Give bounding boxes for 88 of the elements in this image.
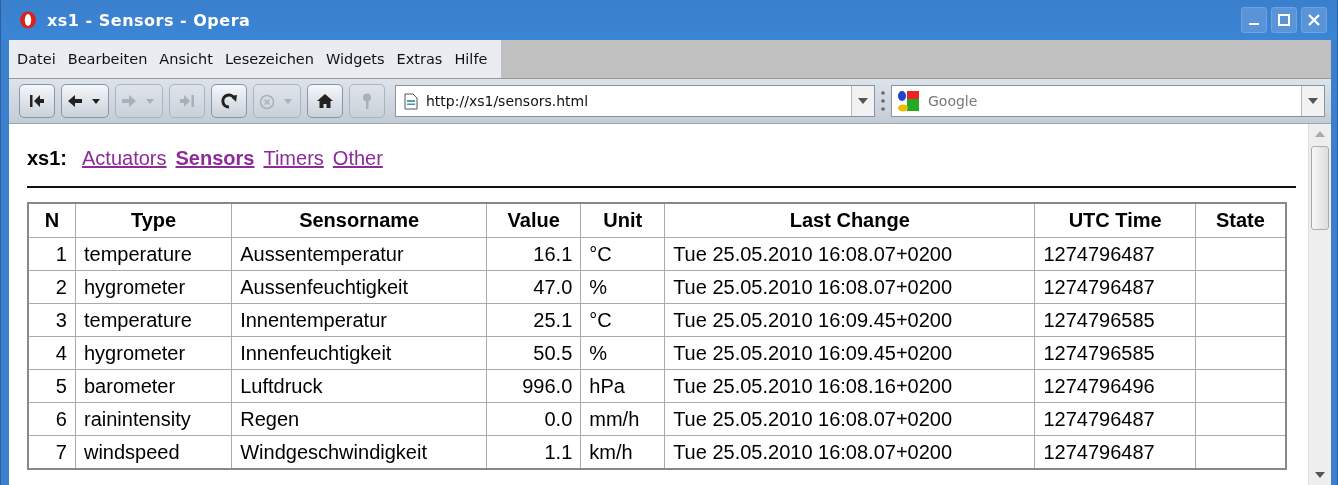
table-cell: 996.0 [486, 369, 581, 403]
back-button[interactable] [61, 84, 109, 118]
o-logo-icon [19, 11, 37, 29]
maximize-button[interactable] [1271, 7, 1297, 33]
table-cell: 3 [28, 303, 76, 337]
vertical-scrollbar[interactable] [1308, 124, 1331, 485]
address-field[interactable]: http://xs1/sensors.html [418, 93, 851, 109]
table-cell: 0.0 [486, 402, 581, 436]
table-cell: 47.0 [486, 270, 581, 304]
column-header: UTC Time [1034, 203, 1196, 238]
column-header: Sensorname [231, 203, 487, 238]
nav-link[interactable]: Actuators [82, 146, 167, 170]
table-cell: Regen [231, 402, 487, 436]
reload-button[interactable] [211, 84, 247, 118]
grip-icon [881, 90, 885, 112]
table-cell: Tue 25.05.2010 16:08.07+0200 [664, 402, 1035, 436]
nav-link[interactable]: Timers [263, 146, 324, 170]
search-engine-icon [896, 89, 920, 113]
table-cell: Luftdruck [231, 369, 487, 403]
column-header: Value [486, 203, 581, 238]
rewind-button[interactable] [19, 84, 55, 118]
table-cell: 50.5 [486, 336, 581, 370]
rewind-icon [27, 92, 47, 110]
column-header: Type [75, 203, 232, 238]
table-cell: 1 [28, 237, 76, 271]
close-icon [1307, 13, 1321, 27]
table-cell: temperature [75, 303, 232, 337]
table-cell: Tue 25.05.2010 16:08.16+0200 [664, 369, 1035, 403]
column-header: Unit [580, 203, 665, 238]
table-cell: 1274796487 [1034, 402, 1196, 436]
table-cell: mm/h [580, 402, 665, 436]
menu-item[interactable]: Ansicht [159, 51, 213, 67]
table-cell: 1274796496 [1034, 369, 1196, 403]
table-cell: rainintensity [75, 402, 232, 436]
menu-item[interactable]: Lesezeichen [224, 51, 314, 67]
menu-item[interactable]: Widgets [325, 51, 385, 67]
close-button[interactable] [1301, 7, 1327, 33]
scroll-up-arrow-icon[interactable] [1315, 130, 1325, 138]
menu-item[interactable]: Bearbeiten [67, 51, 148, 67]
window-title: xs1 - Sensors - Opera [47, 10, 251, 30]
table-cell: Tue 25.05.2010 16:09.45+0200 [664, 336, 1035, 370]
table-cell: 2 [28, 270, 76, 304]
table-cell: 1274796585 [1034, 336, 1196, 370]
table-cell: 16.1 [486, 237, 581, 271]
table-cell: 25.1 [486, 303, 581, 337]
table-cell: Aussentemperatur [231, 237, 487, 271]
scrollbar-thumb[interactable] [1311, 146, 1329, 230]
table-cell: 1274796585 [1034, 303, 1196, 337]
scroll-down-arrow-icon[interactable] [1315, 471, 1325, 479]
table-cell: hygrometer [75, 270, 232, 304]
page-icon [404, 92, 418, 110]
column-header: Last Change [664, 203, 1035, 238]
maximize-icon [1277, 13, 1291, 27]
minimize-button[interactable] [1241, 7, 1267, 33]
menu-item[interactable]: Extras [396, 51, 443, 67]
reload-icon [219, 92, 239, 110]
minimize-icon [1249, 23, 1259, 25]
table-cell: Tue 25.05.2010 16:08.07+0200 [664, 270, 1035, 304]
nav-link[interactable]: Sensors [175, 146, 255, 170]
table-cell: 6 [28, 402, 76, 436]
table-cell: 4 [28, 336, 76, 370]
search-field[interactable]: Google [920, 93, 1301, 109]
menu-item[interactable]: Hilfe [454, 51, 488, 67]
nav-link[interactable]: Other [332, 146, 383, 170]
menu-item[interactable]: Datei [17, 51, 56, 67]
table-cell: 1274796487 [1034, 237, 1196, 271]
table-cell: hPa [580, 369, 665, 403]
home-icon [315, 92, 335, 110]
home-button[interactable] [307, 84, 343, 118]
table-cell: barometer [75, 369, 232, 403]
table-cell: °C [580, 237, 665, 271]
column-header: N [28, 203, 76, 238]
search-bar[interactable]: Google [891, 85, 1325, 117]
table-cell: hygrometer [75, 336, 232, 370]
table-cell: % [580, 270, 665, 304]
table-cell: 5 [28, 369, 76, 403]
fastforward-icon [177, 92, 197, 110]
site-label: xs1: [27, 146, 68, 170]
address-bar[interactable]: http://xs1/sensors.html [395, 85, 875, 117]
table-cell: °C [580, 303, 665, 337]
table-cell: Tue 25.05.2010 16:09.45+0200 [664, 303, 1035, 337]
table-cell: 1274796487 [1034, 270, 1196, 304]
table-cell: % [580, 336, 665, 370]
table-cell: Innenfeuchtigkeit [231, 336, 487, 370]
table-cell: Innentemperatur [231, 303, 487, 337]
table-cell: Aussenfeuchtigkeit [231, 270, 487, 304]
table-cell: temperature [75, 237, 232, 271]
table-cell: Tue 25.05.2010 16:08.07+0200 [664, 237, 1035, 271]
